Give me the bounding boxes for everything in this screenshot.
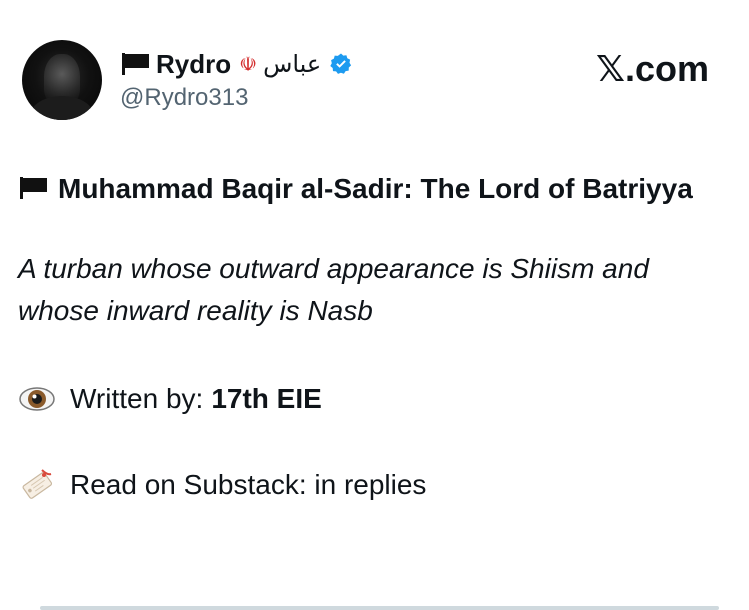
tweet-body: Muhammad Baqir al-Sadir: The Lord of Bat…: [18, 168, 718, 506]
display-name[interactable]: Rydro: [156, 49, 231, 80]
avatar-shoulders: [30, 96, 94, 120]
avatar[interactable]: [22, 40, 102, 120]
post-title-line: Muhammad Baqir al-Sadir: The Lord of Bat…: [18, 168, 718, 210]
iran-emblem-icon: ☫: [239, 53, 258, 76]
brand-domain: .com: [624, 48, 709, 89]
post-quote: A turban whose outward appearance is Shi…: [18, 253, 649, 326]
written-by-label: Written by:: [70, 383, 204, 414]
bottom-divider: [40, 606, 719, 610]
read-on-line: Read on Substack: in replies: [18, 464, 718, 506]
read-on-text: Read on Substack: in replies: [70, 469, 427, 500]
x-logo-icon: 𝕏: [595, 48, 625, 90]
arabic-name: عباس: [263, 50, 322, 78]
post-title: Muhammad Baqir al-Sadir: The Lord of Bat…: [58, 173, 693, 204]
written-by-line: Written by: 17th EIE: [18, 378, 718, 420]
black-flag-icon: [18, 177, 48, 199]
tweet-header: Rydro ☫ عباس @Rydro313 𝕏 .com: [22, 40, 719, 120]
verified-badge-icon: [330, 53, 352, 74]
black-flag-icon: [120, 53, 150, 75]
display-name-line[interactable]: Rydro ☫ عباس: [120, 48, 353, 80]
user-block: Rydro ☫ عباس @Rydro313: [120, 48, 353, 112]
brand-label: 𝕏 .com: [596, 48, 709, 90]
written-by-value: 17th EIE: [211, 383, 322, 414]
label-tag-emoji-icon: [22, 469, 53, 499]
eye-emoji-icon: [19, 387, 55, 411]
user-handle[interactable]: @Rydro313: [120, 84, 353, 112]
